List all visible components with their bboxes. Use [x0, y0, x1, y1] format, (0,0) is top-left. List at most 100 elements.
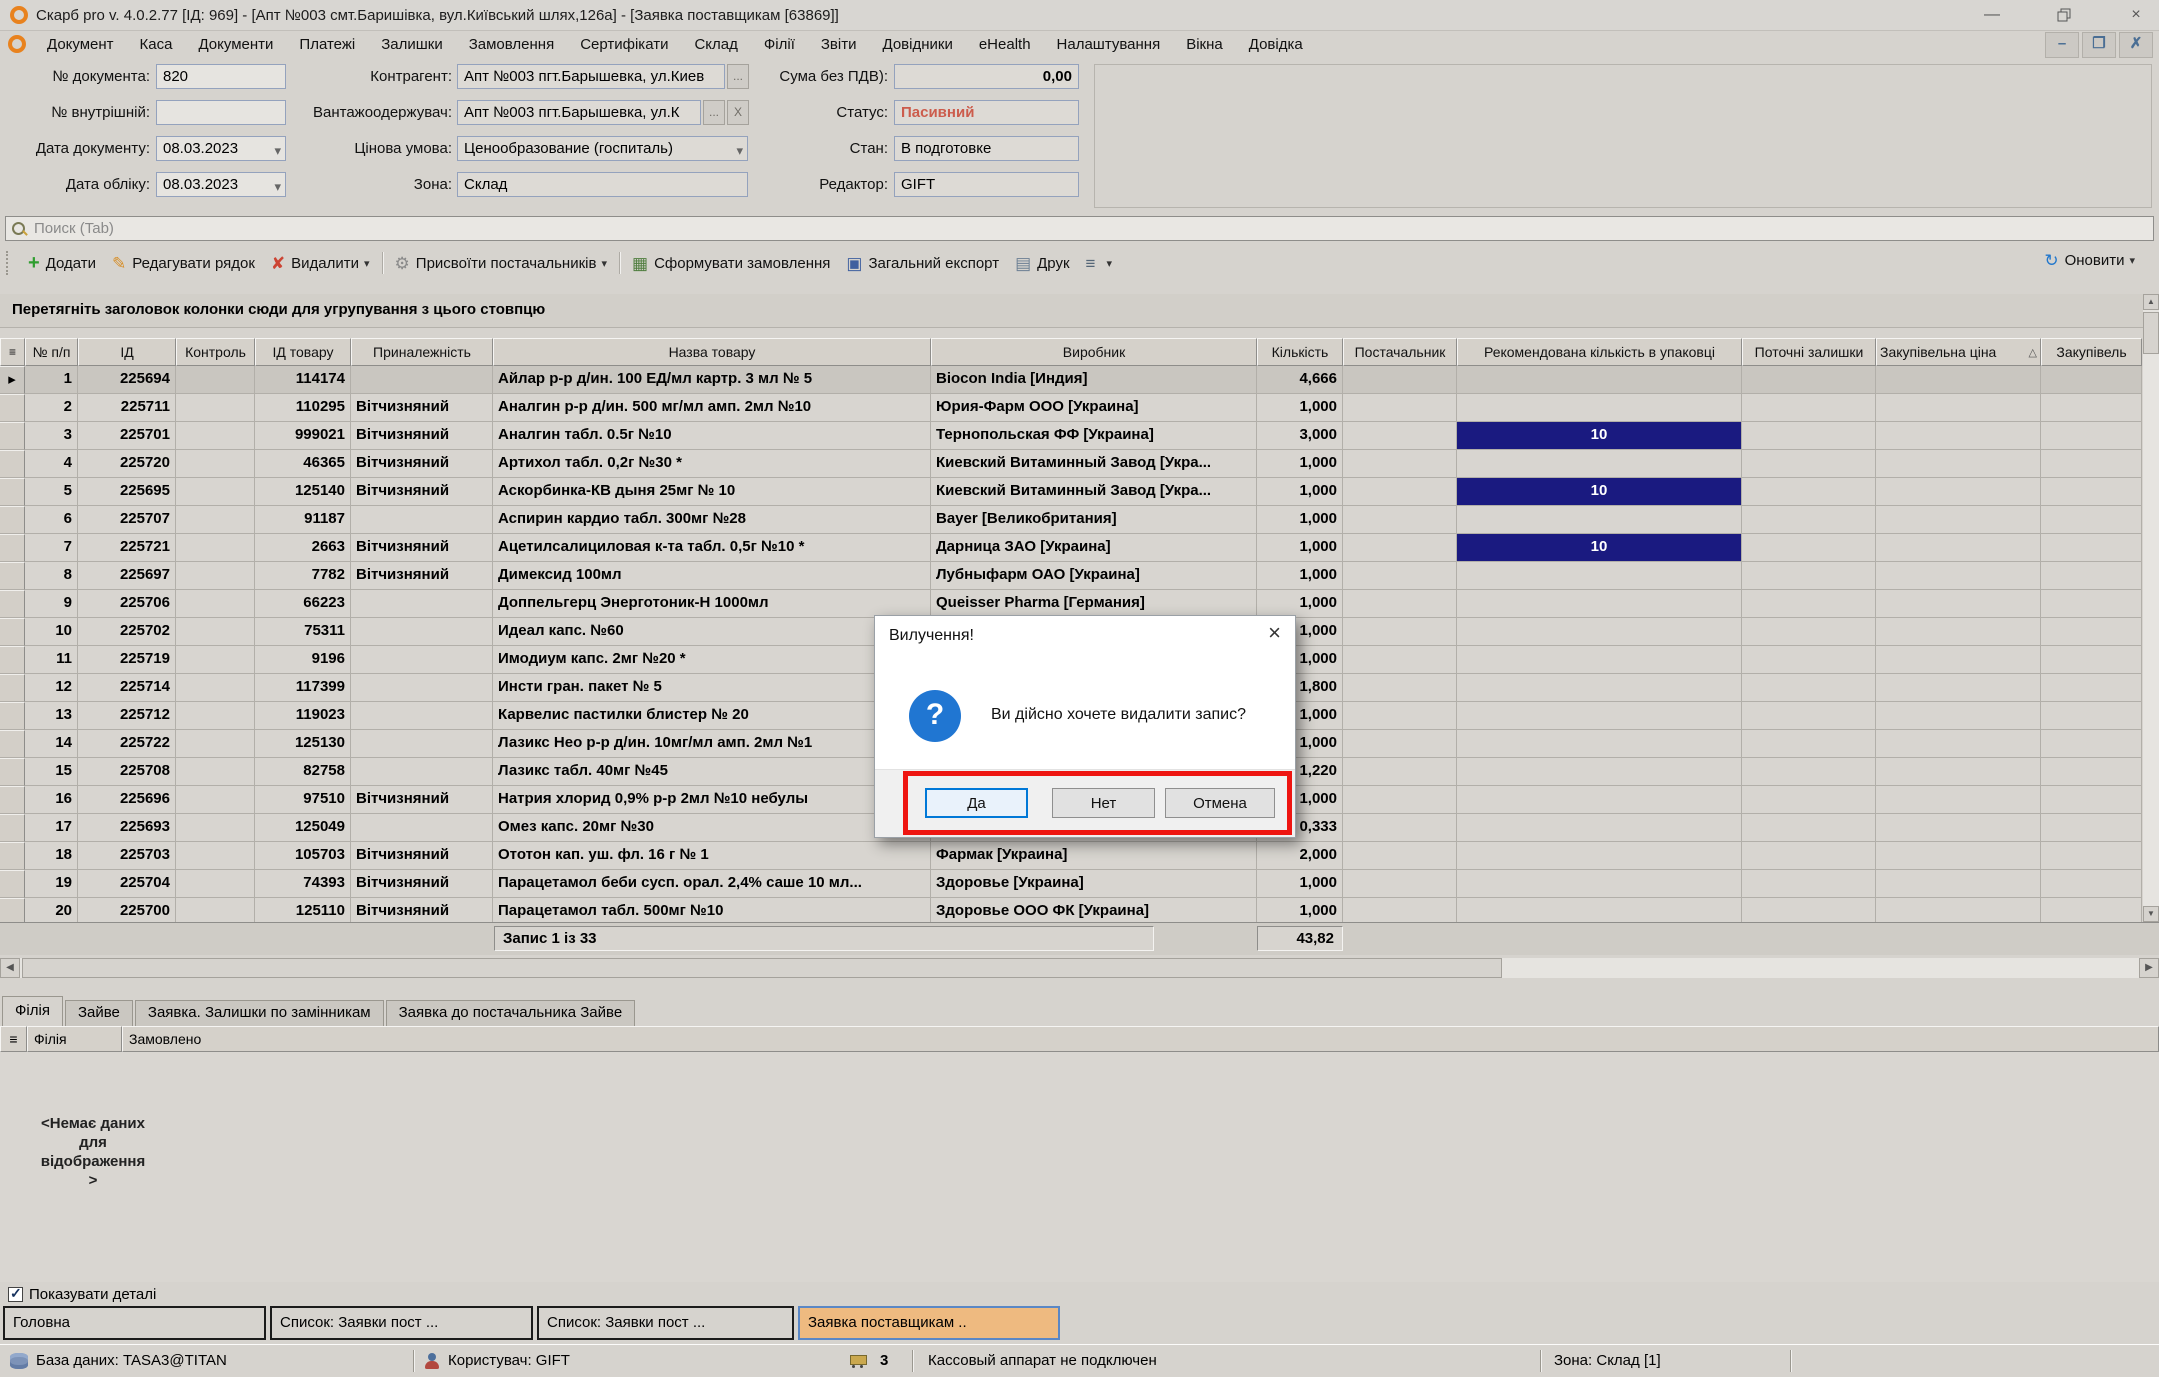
cell-purchase	[2041, 842, 2142, 870]
cell-price	[1876, 870, 2041, 898]
cell-rec	[1457, 450, 1742, 478]
vscroll-thumb[interactable]	[2143, 312, 2159, 354]
присвоїти-постачальників-button[interactable]: ⚙Присвоїти постачальників▾	[387, 252, 615, 275]
column-header-npp[interactable]: № п/п	[25, 338, 78, 366]
column-header-qty[interactable]: Кількість	[1257, 338, 1343, 366]
window-tab-3[interactable]: Список: Заявки пост ...	[537, 1306, 794, 1340]
table-row[interactable]: 20225700125110ВітчизнянийПарацетамол таб…	[0, 898, 2159, 922]
сформувати-замовлення-button[interactable]: ▦Сформувати замовлення	[624, 252, 838, 275]
menu-item-15[interactable]: Довідка	[1236, 36, 1316, 53]
scroll-right-icon[interactable]: ▶	[2139, 958, 2159, 978]
друк-button[interactable]: ▤Друк	[1007, 252, 1077, 275]
cell-purchase	[2041, 730, 2142, 758]
menu-item-8[interactable]: Склад	[681, 36, 750, 53]
mdi-restore-icon[interactable]: ❐	[2082, 32, 2116, 58]
columns-button[interactable]: ≡▾	[1078, 252, 1120, 275]
menu-item-6[interactable]: Замовлення	[456, 36, 567, 53]
cell-supplier	[1343, 758, 1457, 786]
menu-item-5[interactable]: Залишки	[368, 36, 456, 53]
cell-control	[176, 366, 255, 394]
detail-tab-3[interactable]: Заявка. Залишки по замінникам	[135, 1000, 384, 1026]
menu-item-2[interactable]: Каса	[127, 36, 186, 53]
detail-column-filia[interactable]: Філія	[27, 1026, 122, 1052]
detail-tab-2[interactable]: Зайве	[65, 1000, 133, 1026]
видалити-button[interactable]: ✘Видалити▾	[263, 252, 378, 275]
menu-logo-icon	[8, 35, 26, 53]
column-header-ind[interactable]: ≡	[0, 338, 25, 366]
додати-button[interactable]: +Додати	[20, 252, 104, 275]
menu-item-1[interactable]: Документ	[34, 36, 127, 53]
table-row[interactable]: 1922570474393ВітчизнянийПарацетамол беби…	[0, 870, 2159, 898]
table-row[interactable]: 18225703105703ВітчизнянийОтотон кап. уш.…	[0, 842, 2159, 870]
column-header-origin[interactable]: Приналежність	[351, 338, 493, 366]
cell-manuf: Киевский Витаминный Завод [Укра...	[931, 478, 1257, 506]
consignee-field[interactable]: Апт №003 пгт.Барышевка, ул.К	[457, 100, 701, 125]
menu-item-9[interactable]: Філії	[751, 36, 808, 53]
column-header-manuf[interactable]: Виробник	[931, 338, 1257, 366]
column-header-control[interactable]: Контроль	[176, 338, 255, 366]
table-row[interactable]: 5225695125140ВітчизнянийАскорбинка-КВ ды…	[0, 478, 2159, 506]
column-header-stock[interactable]: Поточні залишки	[1742, 338, 1876, 366]
detail-grip-icon[interactable]: ≡	[0, 1026, 27, 1052]
mdi-minimize-icon[interactable]: –	[2045, 32, 2079, 58]
contragent-field[interactable]: Апт №003 пгт.Барышевка, ул.Киев	[457, 64, 725, 89]
scroll-left-icon[interactable]: ◀	[0, 958, 20, 978]
column-header-tovar[interactable]: ІД товару	[255, 338, 351, 366]
detail-tab-1[interactable]: Філія	[2, 996, 63, 1026]
menu-item-10[interactable]: Звіти	[808, 36, 870, 53]
menu-item-14[interactable]: Вікна	[1173, 36, 1236, 53]
table-row[interactable]: 922570666223Доппельгерц Энерготоник-Н 10…	[0, 590, 2159, 618]
table-row[interactable]: 3225701999021ВітчизнянийАналгин табл. 0.…	[0, 422, 2159, 450]
column-header-purchase[interactable]: Закупівель	[2041, 338, 2142, 366]
menu-item-11[interactable]: Довідники	[870, 36, 966, 53]
search-input[interactable]: Поиск (Tab)	[5, 216, 2154, 241]
column-header-price[interactable]: Закупівельна ціна△	[1876, 338, 2041, 366]
cell-ind	[0, 450, 25, 478]
minimize-icon[interactable]: —	[1979, 6, 2005, 24]
menu-item-4[interactable]: Платежі	[286, 36, 368, 53]
оновити-button[interactable]: ↻Оновити▾	[2036, 249, 2143, 272]
window-tab-4[interactable]: Заявка поставщикам ..	[798, 1306, 1060, 1340]
cell-origin: Вітчизняний	[351, 898, 493, 922]
column-header-name[interactable]: Назва товару	[493, 338, 931, 366]
hscroll-thumb[interactable]	[22, 958, 1502, 978]
vertical-scrollbar[interactable]: ▲ ▼	[2143, 294, 2159, 922]
menu-item-7[interactable]: Сертифікати	[567, 36, 681, 53]
cell-stock	[1742, 674, 1876, 702]
show-details-checkbox[interactable]	[8, 1287, 23, 1302]
загальний-експорт-button[interactable]: ▣Загальний експорт	[838, 252, 1007, 275]
table-row[interactable]: 422572046365ВітчизнянийАртихол табл. 0,2…	[0, 450, 2159, 478]
horizontal-scrollbar[interactable]: ◀ ▶	[0, 958, 2159, 978]
menu-item-3[interactable]: Документи	[185, 36, 286, 53]
table-row[interactable]: ▸1225694114174Айлар р-р д/ин. 100 ЕД/мл …	[0, 366, 2159, 394]
column-header-supplier[interactable]: Постачальник	[1343, 338, 1457, 366]
scroll-down-icon[interactable]: ▼	[2143, 906, 2159, 922]
toolbar-grip[interactable]	[6, 251, 12, 275]
column-header-rec[interactable]: Рекомендована кількість в упаковці	[1457, 338, 1742, 366]
restore-icon[interactable]	[2051, 6, 2077, 24]
table-row[interactable]: 622570791187Аспирин кардио табл. 300мг №…	[0, 506, 2159, 534]
chevron-down-icon[interactable]: ▾	[1106, 257, 1112, 270]
chevron-down-icon[interactable]: ▾	[601, 257, 607, 270]
menu-item-13[interactable]: Налаштування	[1044, 36, 1174, 53]
window-tab-1[interactable]: Головна	[3, 1306, 266, 1340]
dialog-close-icon[interactable]: ×	[1268, 622, 1281, 644]
редагувати-рядок-button[interactable]: ✎Редагувати рядок	[104, 252, 263, 275]
scroll-up-icon[interactable]: ▲	[2143, 294, 2159, 310]
cell-name: Аспирин кардио табл. 300мг №28	[493, 506, 931, 534]
table-row[interactable]: 82256977782ВітчизнянийДимексид 100млЛубн…	[0, 562, 2159, 590]
cell-tovar: 105703	[255, 842, 351, 870]
detail-tab-4[interactable]: Заявка до постачальника Зайве	[386, 1000, 636, 1026]
chevron-down-icon[interactable]: ▾	[2129, 254, 2135, 267]
column-header-id[interactable]: ІД	[78, 338, 176, 366]
cell-price	[1876, 758, 2041, 786]
chevron-down-icon[interactable]: ▾	[364, 257, 370, 270]
window-tab-2[interactable]: Список: Заявки пост ...	[270, 1306, 533, 1340]
menu-item-12[interactable]: eHealth	[966, 36, 1044, 53]
detail-column-ordered[interactable]: Замовлено	[122, 1026, 2159, 1052]
table-row[interactable]: 72257212663ВітчизнянийАцетилсалициловая …	[0, 534, 2159, 562]
table-row[interactable]: 2225711110295ВітчизнянийАналгин р-р д/ин…	[0, 394, 2159, 422]
mdi-close-icon[interactable]: ✗	[2119, 32, 2153, 58]
cell-supplier	[1343, 702, 1457, 730]
close-icon[interactable]: ×	[2123, 6, 2149, 24]
